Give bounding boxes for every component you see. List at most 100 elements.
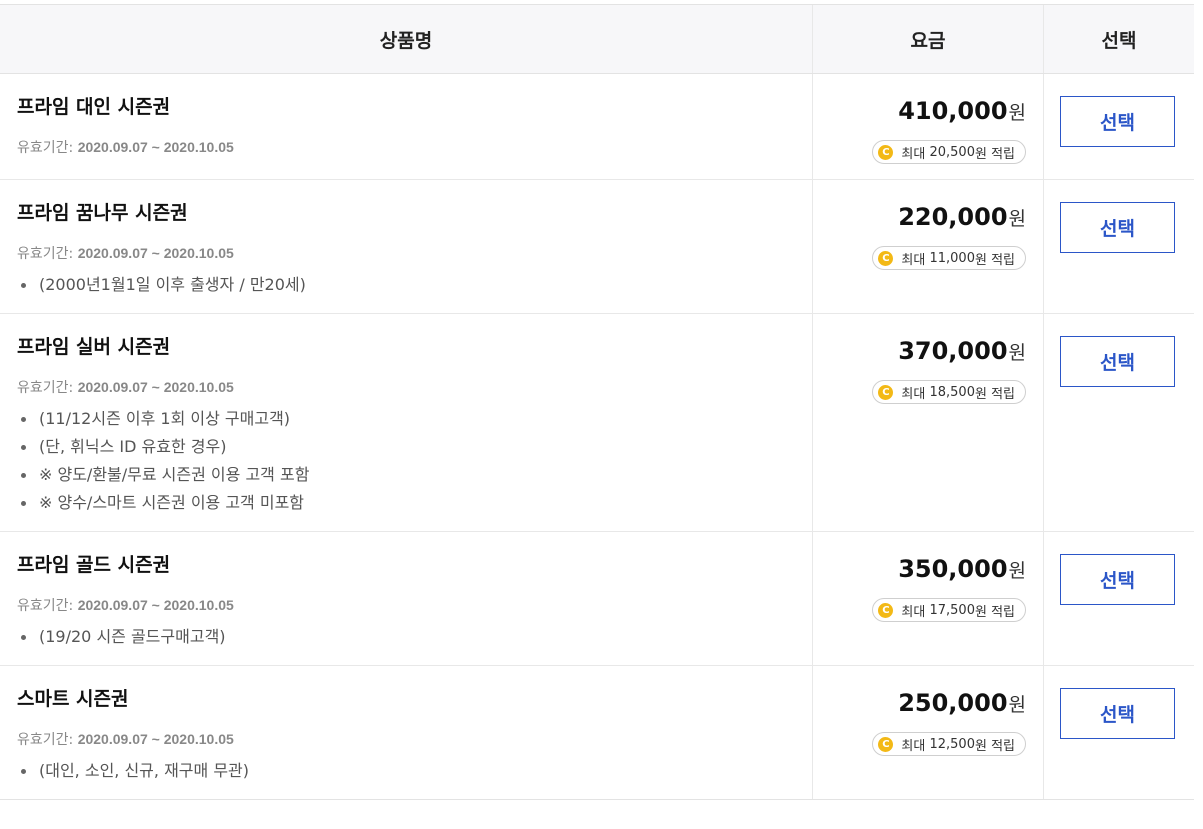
coin-icon: C [878, 602, 894, 618]
point-value: 11,000 [929, 250, 975, 266]
price-value: 220,000 [898, 203, 1008, 231]
note-item: (단, 휘닉스 ID 유효한 경우) [17, 433, 812, 461]
select-button[interactable]: 선택 [1060, 336, 1175, 387]
price-value: 350,000 [898, 555, 1008, 583]
currency-unit: 원 [1008, 208, 1026, 230]
table-row: 프라임 골드 시즌권 유효기간: 2020.09.07 ~ 2020.10.05… [0, 532, 1194, 666]
price: 410,000원 [813, 96, 1026, 128]
point-badge: C 최대 18,500 원 적립 [872, 380, 1026, 404]
note-item: (19/20 시즌 골드구매고객) [17, 623, 812, 651]
validity-period: 유효기간: 2020.09.07 ~ 2020.10.05 [17, 728, 812, 751]
note-item: (2000년1월1일 이후 출생자 / 만20세) [17, 271, 812, 299]
period-dates: 2020.09.07 ~ 2020.10.05 [77, 731, 234, 747]
select-button[interactable]: 선택 [1060, 688, 1175, 739]
point-value: 20,500 [929, 144, 975, 160]
note-item: (대인, 소인, 신규, 재구매 무관) [17, 757, 812, 785]
period-label: 유효기간: [17, 598, 74, 614]
table-row: 프라임 대인 시즌권 유효기간: 2020.09.07 ~ 2020.10.05… [0, 74, 1194, 180]
select-cell: 선택 [1044, 532, 1194, 665]
currency-unit: 원 [1008, 102, 1026, 124]
select-button[interactable]: 선택 [1060, 554, 1175, 605]
point-suffix: 원 적립 [974, 386, 1015, 402]
note-item: ※ 양도/환불/무료 시즌권 이용 고객 포함 [17, 461, 812, 489]
note-item: ※ 양수/스마트 시즌권 이용 고객 미포함 [17, 489, 812, 517]
point-badge: C 최대 12,500 원 적립 [872, 732, 1026, 756]
product-notes: (2000년1월1일 이후 출생자 / 만20세) [17, 271, 812, 299]
period-label: 유효기간: [17, 140, 74, 156]
price: 370,000원 [813, 336, 1026, 368]
point-value: 12,500 [929, 736, 975, 752]
price-value: 250,000 [898, 689, 1008, 717]
season-pass-table: 상품명 요금 선택 프라임 대인 시즌권 유효기간: 2020.09.07 ~ … [0, 4, 1194, 800]
validity-period: 유효기간: 2020.09.07 ~ 2020.10.05 [17, 242, 812, 265]
select-cell: 선택 [1044, 314, 1194, 531]
point-prefix: 최대 [901, 738, 926, 754]
product-name: 프라임 실버 시즌권 [17, 336, 171, 358]
coin-icon: C [878, 250, 894, 266]
price: 250,000원 [813, 688, 1026, 720]
product-cell: 스마트 시즌권 유효기간: 2020.09.07 ~ 2020.10.05 (대… [0, 666, 813, 799]
price-value: 410,000 [898, 97, 1008, 125]
table-row: 스마트 시즌권 유효기간: 2020.09.07 ~ 2020.10.05 (대… [0, 666, 1194, 799]
period-label: 유효기간: [17, 732, 74, 748]
period-dates: 2020.09.07 ~ 2020.10.05 [77, 379, 234, 395]
currency-unit: 원 [1008, 694, 1026, 716]
point-value: 17,500 [929, 602, 975, 618]
coin-icon: C [878, 384, 894, 400]
price-cell: 220,000원 C 최대 11,000 원 적립 [813, 180, 1044, 313]
point-prefix: 최대 [901, 252, 926, 268]
table-row: 프라임 꿈나무 시즌권 유효기간: 2020.09.07 ~ 2020.10.0… [0, 180, 1194, 314]
product-notes: (19/20 시즌 골드구매고객) [17, 623, 812, 651]
point-suffix: 원 적립 [974, 738, 1015, 754]
point-value: 18,500 [929, 384, 975, 400]
period-label: 유효기간: [17, 246, 74, 262]
point-prefix: 최대 [901, 386, 926, 402]
product-cell: 프라임 실버 시즌권 유효기간: 2020.09.07 ~ 2020.10.05… [0, 314, 813, 531]
product-name: 프라임 꿈나무 시즌권 [17, 202, 188, 224]
coin-icon: C [878, 736, 894, 752]
coin-icon: C [878, 144, 894, 160]
table-row: 프라임 실버 시즌권 유효기간: 2020.09.07 ~ 2020.10.05… [0, 314, 1194, 532]
validity-period: 유효기간: 2020.09.07 ~ 2020.10.05 [17, 136, 812, 159]
price: 220,000원 [813, 202, 1026, 234]
period-dates: 2020.09.07 ~ 2020.10.05 [77, 139, 234, 155]
product-notes: (대인, 소인, 신규, 재구매 무관) [17, 757, 812, 785]
point-prefix: 최대 [901, 146, 926, 162]
table-body: 프라임 대인 시즌권 유효기간: 2020.09.07 ~ 2020.10.05… [0, 74, 1194, 799]
product-cell: 프라임 꿈나무 시즌권 유효기간: 2020.09.07 ~ 2020.10.0… [0, 180, 813, 313]
point-suffix: 원 적립 [974, 252, 1015, 268]
table-header: 상품명 요금 선택 [0, 5, 1194, 74]
point-prefix: 최대 [901, 604, 926, 620]
product-name: 프라임 골드 시즌권 [17, 554, 171, 576]
select-cell: 선택 [1044, 666, 1194, 799]
period-dates: 2020.09.07 ~ 2020.10.05 [77, 245, 234, 261]
period-label: 유효기간: [17, 380, 74, 396]
select-cell: 선택 [1044, 180, 1194, 313]
price-cell: 350,000원 C 최대 17,500 원 적립 [813, 532, 1044, 665]
product-name: 스마트 시즌권 [17, 688, 129, 710]
point-suffix: 원 적립 [974, 604, 1015, 620]
note-item: (11/12시즌 이후 1회 이상 구매고객) [17, 405, 812, 433]
header-select: 선택 [1101, 29, 1137, 52]
price-value: 370,000 [898, 337, 1008, 365]
price-cell: 370,000원 C 최대 18,500 원 적립 [813, 314, 1044, 531]
product-cell: 프라임 대인 시즌권 유효기간: 2020.09.07 ~ 2020.10.05 [0, 74, 813, 179]
price-cell: 250,000원 C 최대 12,500 원 적립 [813, 666, 1044, 799]
header-price: 요금 [813, 5, 1044, 73]
currency-unit: 원 [1008, 342, 1026, 364]
point-badge: C 최대 17,500 원 적립 [872, 598, 1026, 622]
product-name: 프라임 대인 시즌권 [17, 96, 171, 118]
point-suffix: 원 적립 [974, 146, 1015, 162]
point-badge: C 최대 11,000 원 적립 [872, 246, 1026, 270]
point-badge: C 최대 20,500 원 적립 [872, 140, 1026, 164]
select-button[interactable]: 선택 [1060, 96, 1175, 147]
currency-unit: 원 [1008, 560, 1026, 582]
product-notes: (11/12시즌 이후 1회 이상 구매고객) (단, 휘닉스 ID 유효한 경우… [17, 405, 812, 517]
select-button[interactable]: 선택 [1060, 202, 1175, 253]
select-cell: 선택 [1044, 74, 1194, 179]
header-product-name: 상품명 [0, 5, 813, 73]
validity-period: 유효기간: 2020.09.07 ~ 2020.10.05 [17, 376, 812, 399]
product-cell: 프라임 골드 시즌권 유효기간: 2020.09.07 ~ 2020.10.05… [0, 532, 813, 665]
price-cell: 410,000원 C 최대 20,500 원 적립 [813, 74, 1044, 179]
validity-period: 유효기간: 2020.09.07 ~ 2020.10.05 [17, 594, 812, 617]
